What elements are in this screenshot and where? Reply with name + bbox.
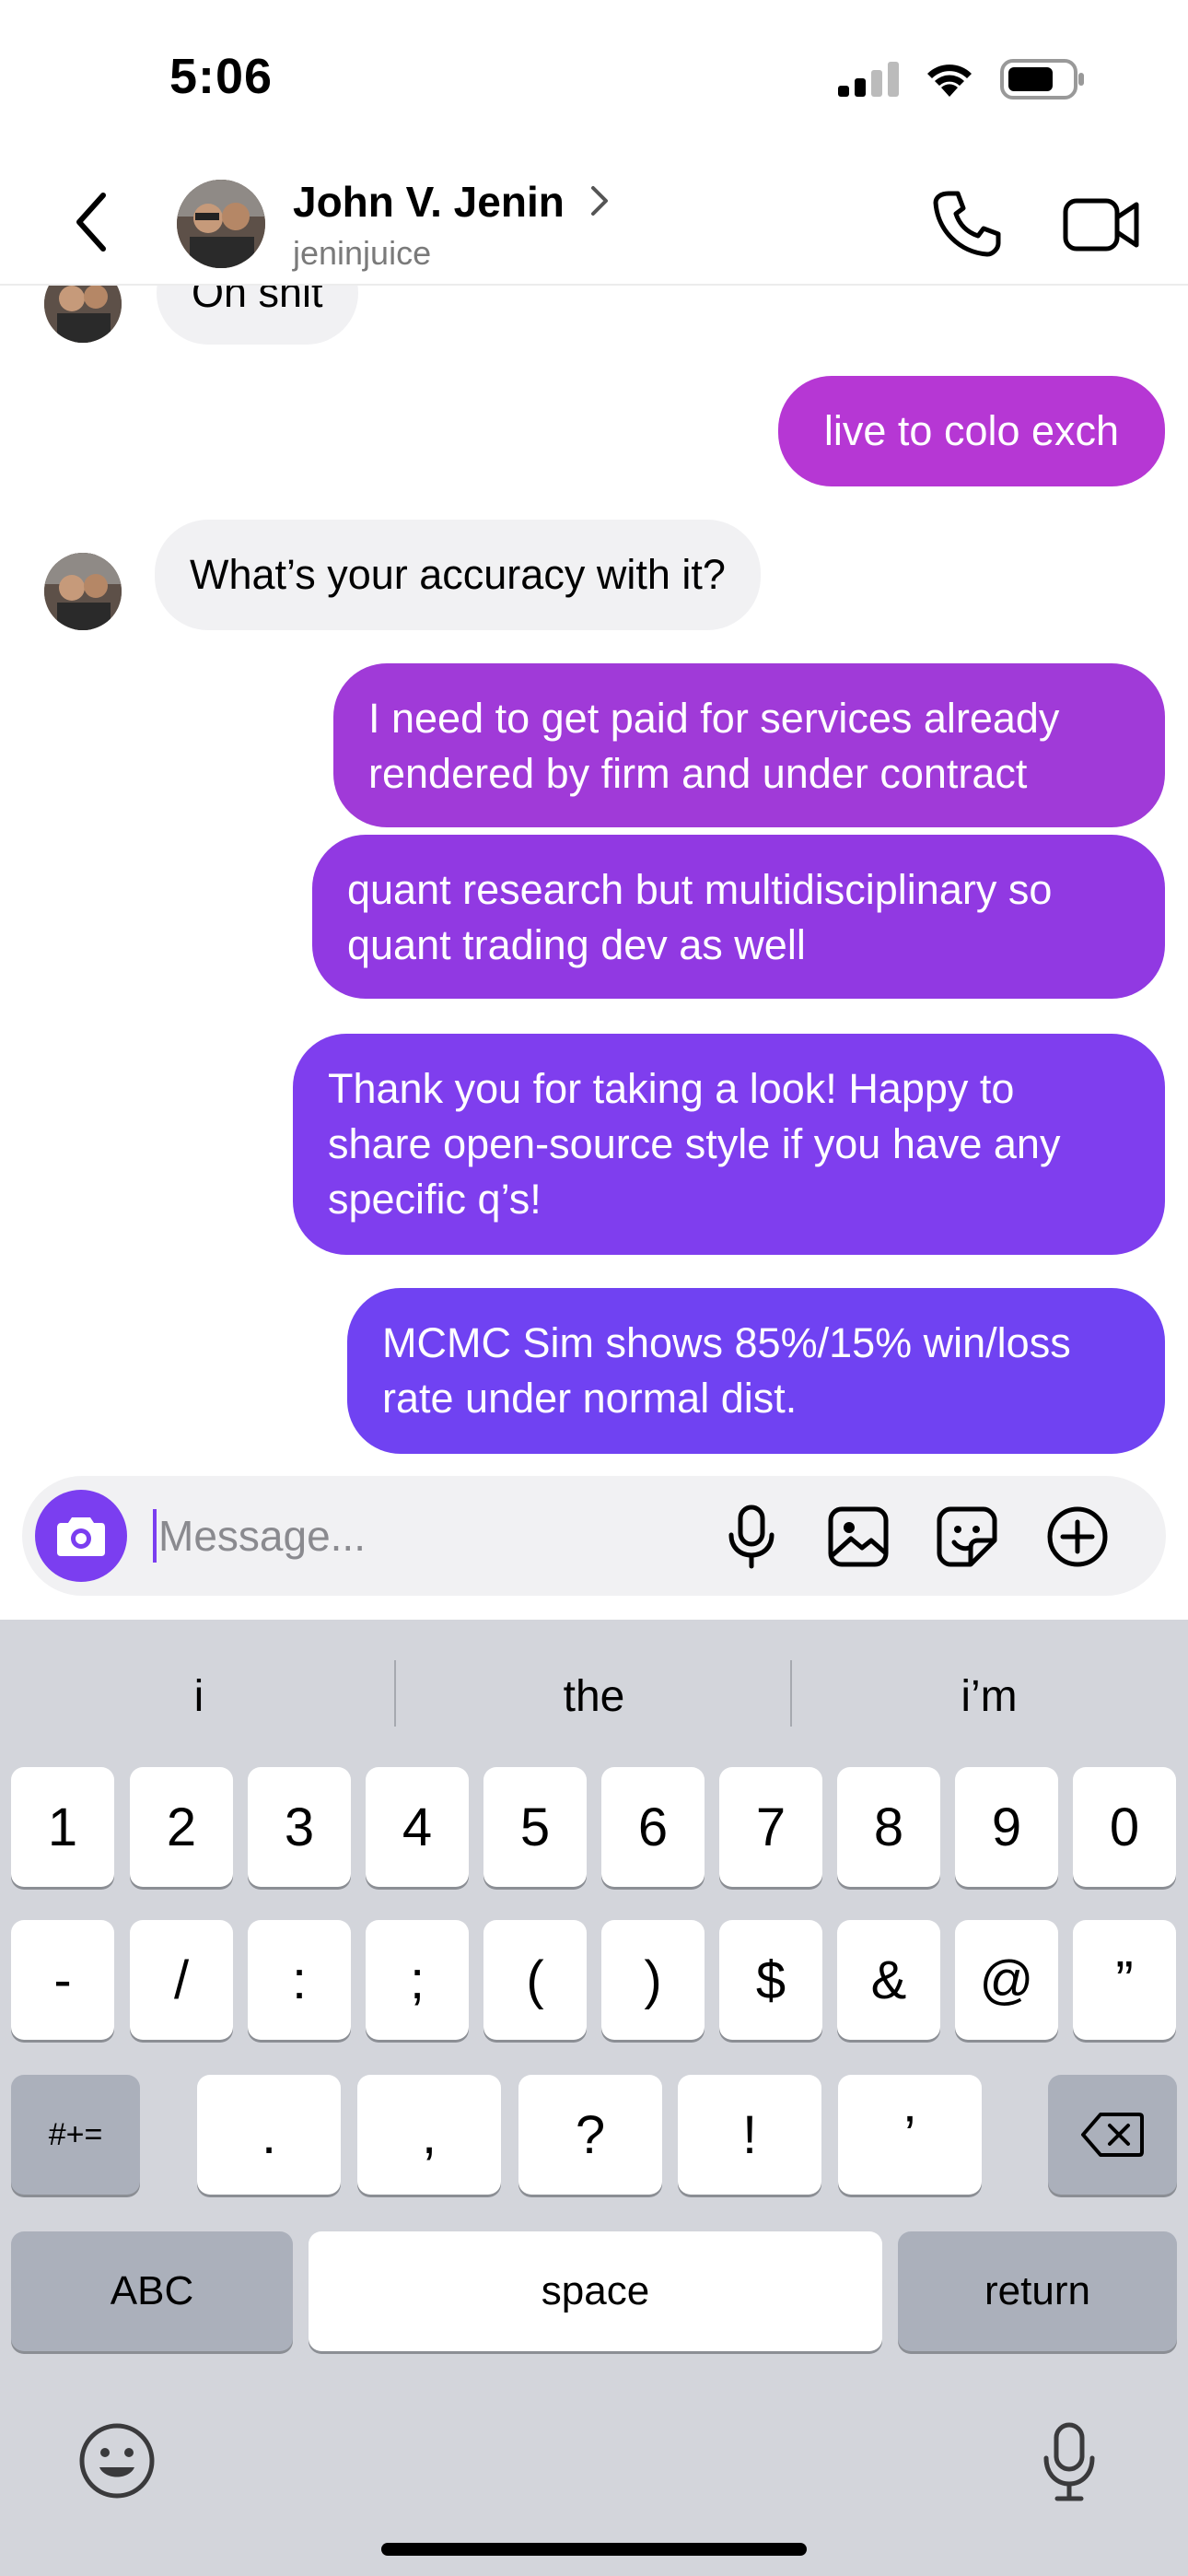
outgoing-message[interactable]: I need to get paid for services already … [333, 663, 1165, 827]
abc-key[interactable]: ABC [11, 2231, 293, 2351]
key-close-paren[interactable]: ) [601, 1920, 705, 2040]
chevron-right-icon[interactable] [589, 184, 610, 217]
key-5[interactable]: 5 [483, 1767, 587, 1887]
camera-icon [57, 1517, 105, 1556]
key-exclamation[interactable]: ! [678, 2075, 821, 2195]
contact-name[interactable]: John V. Jenin [293, 177, 565, 227]
key-semicolon[interactable]: ; [366, 1920, 469, 2040]
home-indicator[interactable] [381, 2543, 807, 2556]
status-time: 5:06 [169, 49, 274, 104]
key-apostrophe[interactable]: ’ [838, 2075, 982, 2195]
message-text: live to colo exch [823, 407, 1120, 454]
key-period[interactable]: . [197, 2075, 341, 2195]
outgoing-message[interactable]: Thank you for taking a look! Happy to sh… [293, 1034, 1165, 1255]
status-icons [838, 59, 1085, 100]
message-composer: Message... [22, 1476, 1166, 1596]
chevron-left-icon[interactable] [66, 190, 122, 254]
key-6[interactable]: 6 [601, 1767, 705, 1887]
key-8[interactable]: 8 [837, 1767, 940, 1887]
delete-key[interactable] [1048, 2075, 1177, 2195]
key-3[interactable]: 3 [248, 1767, 351, 1887]
outgoing-message[interactable]: live to colo exch [778, 376, 1165, 486]
key-at[interactable]: @ [955, 1920, 1058, 2040]
key-9[interactable]: 9 [955, 1767, 1058, 1887]
key-quote[interactable]: ” [1073, 1920, 1176, 2040]
key-2[interactable]: 2 [130, 1767, 233, 1887]
chat-header: John V. Jenin jeninjuice [0, 157, 1188, 286]
outgoing-message[interactable]: quant research but multidisciplinary so … [312, 835, 1165, 999]
plus-circle-icon[interactable] [1044, 1504, 1111, 1570]
gallery-icon[interactable] [825, 1504, 891, 1570]
message-avatar [44, 553, 122, 630]
message-line: MCMC Sim shows 85%/15% win/loss [382, 1319, 1071, 1366]
message-line: specific q’s! [328, 1176, 542, 1223]
suggestion-3[interactable]: i’m [796, 1671, 1182, 1722]
profile-photo-icon [44, 553, 122, 630]
phone-icon[interactable] [932, 188, 1002, 258]
wifi-icon [927, 64, 972, 97]
backspace-icon [1081, 2113, 1144, 2157]
space-key[interactable]: space [309, 2231, 882, 2351]
contact-avatar[interactable] [177, 180, 265, 268]
keyboard: i the i’m 1 2 3 4 5 6 7 8 9 0 - / : ; ( … [0, 1620, 1188, 2576]
key-dollar[interactable]: $ [719, 1920, 822, 2040]
dictation-microphone-icon[interactable] [1039, 2421, 1100, 2504]
message-line: rate under normal dist. [382, 1375, 798, 1422]
divider [790, 1660, 792, 1727]
key-open-paren[interactable]: ( [483, 1920, 587, 2040]
suggestion-2[interactable]: the [401, 1671, 787, 1722]
suggestion-1[interactable]: i [6, 1671, 392, 1722]
battery-icon [1000, 59, 1084, 100]
key-colon[interactable]: : [248, 1920, 351, 2040]
key-0[interactable]: 0 [1073, 1767, 1176, 1887]
outgoing-message[interactable]: MCMC Sim shows 85%/15% win/loss rate und… [347, 1288, 1165, 1454]
contact-handle: jeninjuice [293, 234, 432, 272]
message-line: quant trading dev as well [347, 921, 806, 968]
key-4[interactable]: 4 [366, 1767, 469, 1887]
key-7[interactable]: 7 [719, 1767, 822, 1887]
cellular-signal-icon [838, 62, 899, 97]
sticker-icon[interactable] [934, 1504, 1000, 1570]
key-ampersand[interactable]: & [837, 1920, 940, 2040]
message-text: What’s your accuracy with it? [190, 551, 726, 598]
return-key[interactable]: return [898, 2231, 1177, 2351]
profile-photo-icon [177, 180, 265, 268]
key-question[interactable]: ? [518, 2075, 662, 2195]
camera-button[interactable] [35, 1490, 127, 1582]
message-input[interactable]: Message... [158, 1511, 366, 1561]
key-comma[interactable]: , [357, 2075, 501, 2195]
key-hyphen[interactable]: - [11, 1920, 114, 2040]
message-line: rendered by firm and under contract [368, 750, 1028, 797]
emoji-icon[interactable] [77, 2421, 157, 2500]
microphone-icon[interactable] [718, 1504, 785, 1570]
incoming-message[interactable]: What’s your accuracy with it? [155, 520, 761, 630]
key-1[interactable]: 1 [11, 1767, 114, 1887]
symbols-key[interactable]: #+= [11, 2075, 140, 2195]
video-icon[interactable] [1063, 192, 1140, 256]
key-slash[interactable]: / [130, 1920, 233, 2040]
message-line: Thank you for taking a look! Happy to [328, 1065, 1015, 1112]
message-line: quant research but multidisciplinary so [347, 866, 1053, 913]
divider [394, 1660, 396, 1727]
text-cursor [153, 1509, 157, 1563]
message-line: share open-source style if you have any [328, 1120, 1061, 1167]
message-line: I need to get paid for services already [368, 695, 1060, 742]
